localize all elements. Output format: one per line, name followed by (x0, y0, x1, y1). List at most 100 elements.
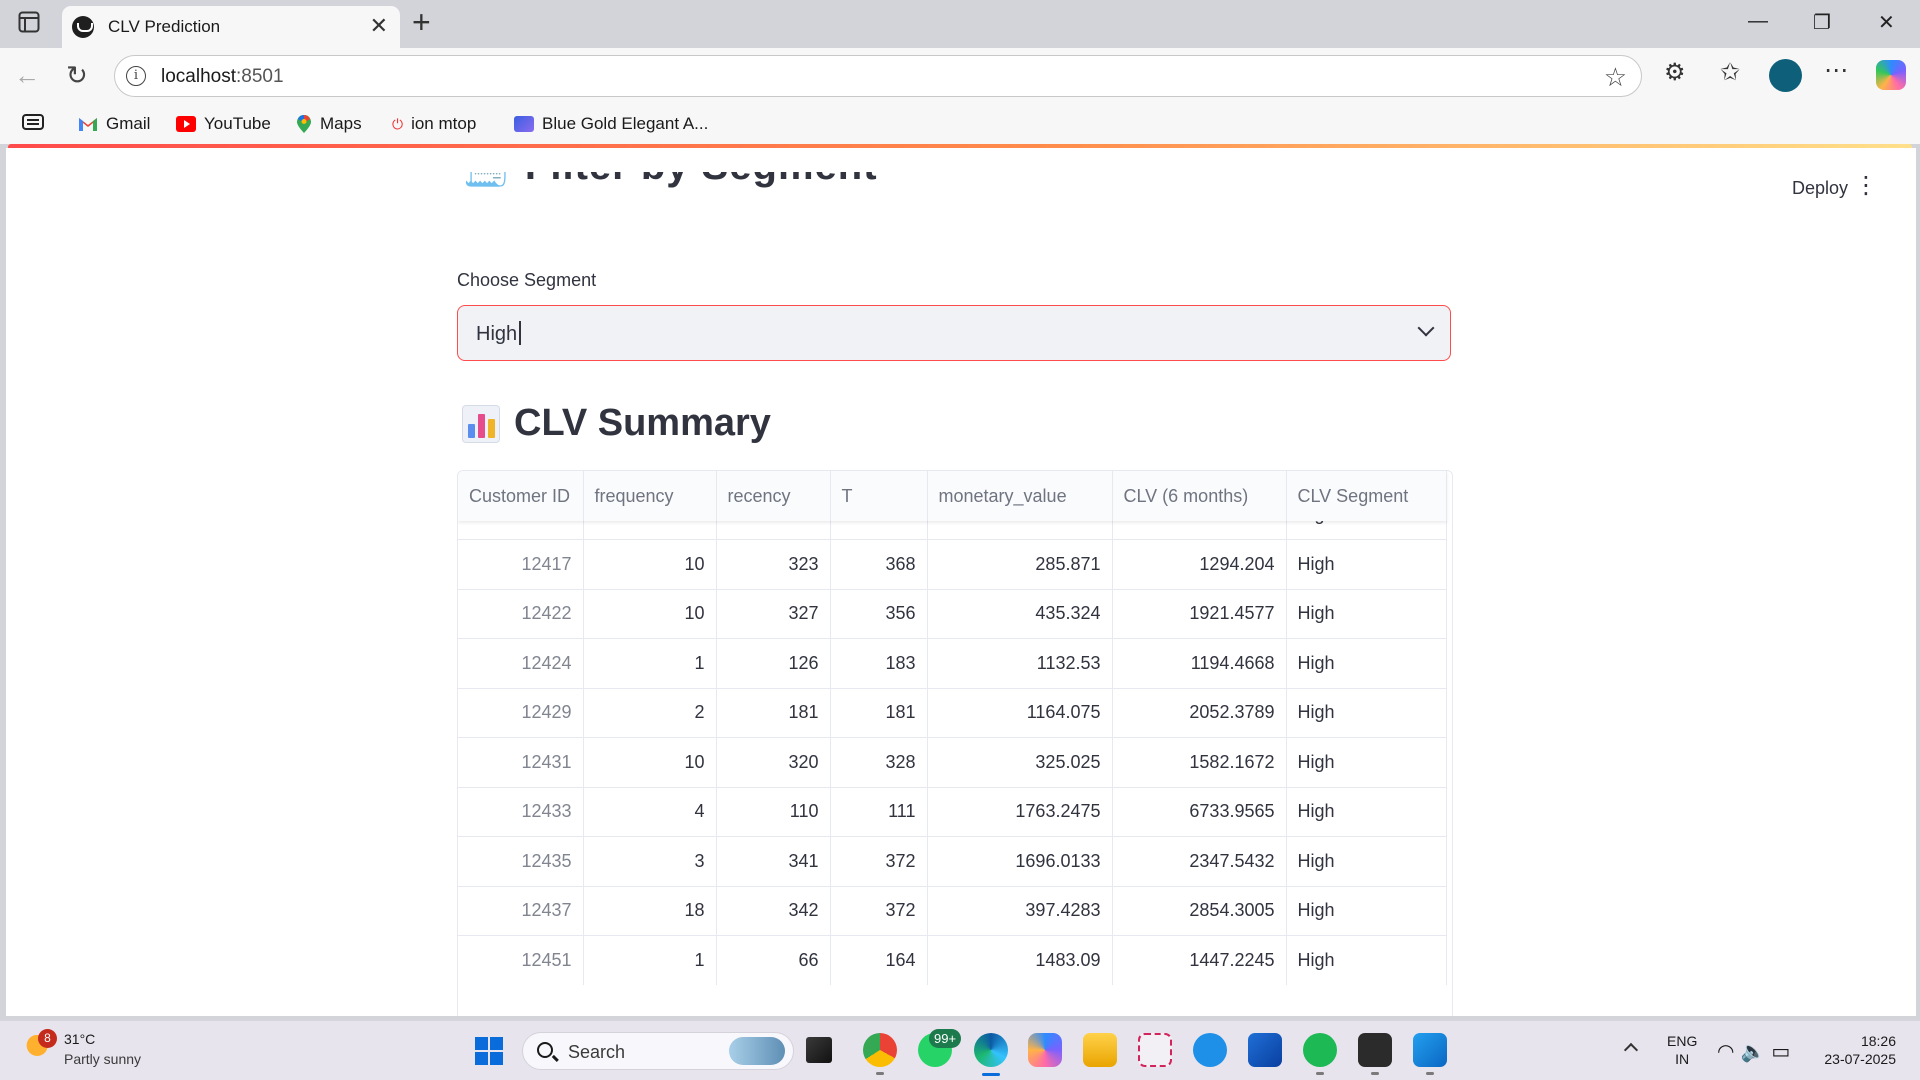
table-row[interactable]: 12433 4 110 111 1763.2475 6733.9565 High (458, 786, 1447, 837)
table-cell[interactable]: 18 (583, 885, 717, 936)
table-cell[interactable]: 12422 (458, 588, 584, 639)
address-bar[interactable]: i localhost:8501 ☆ (114, 55, 1642, 97)
table-body[interactable]: 1240932482652348.94376006.0949High124156… (458, 471, 1447, 985)
more-menu-icon[interactable]: ⋯ (1824, 56, 1848, 85)
table-cell[interactable]: 320 (716, 737, 831, 787)
table-row[interactable]: 12451 1 66 164 1483.09 1447.2245 High (458, 935, 1447, 985)
table-cell[interactable]: 181 (830, 687, 928, 738)
table-cell[interactable]: 12435 (458, 836, 584, 886)
table-cell[interactable]: 328 (830, 737, 928, 787)
table-cell[interactable]: 1582.1672 (1112, 737, 1287, 787)
table-cell[interactable]: 323 (716, 539, 831, 589)
bookmark-youtube[interactable]: YouTube (176, 114, 271, 134)
taskbar-search[interactable]: Search (522, 1032, 794, 1070)
system-clock[interactable]: 18:26 23-07-2025 (1824, 1032, 1896, 1068)
spotify-icon[interactable] (1303, 1033, 1337, 1067)
table-cell[interactable]: 66 (716, 935, 831, 985)
table-row[interactable]: 12424 1 126 183 1132.53 1194.4668 High (458, 638, 1447, 688)
weather-description[interactable]: Partly sunny (64, 1051, 141, 1067)
table-cell[interactable]: High (1286, 687, 1447, 738)
table-cell[interactable]: 126 (716, 638, 831, 688)
table-cell[interactable]: 6733.9565 (1112, 786, 1287, 837)
bookmarks-device-icon[interactable] (22, 114, 44, 130)
table-cell[interactable]: 1921.4577 (1112, 588, 1287, 639)
table-cell[interactable]: 1483.09 (927, 935, 1113, 985)
table-cell[interactable]: 12424 (458, 638, 584, 688)
table-row[interactable]: 12429 2 181 181 1164.075 2052.3789 High (458, 687, 1447, 738)
column-header[interactable]: CLV Segment (1286, 471, 1447, 521)
segment-select[interactable]: High (457, 305, 1451, 361)
window-close-icon[interactable]: ✕ (1878, 10, 1895, 35)
table-cell[interactable]: High (1286, 836, 1447, 886)
profile-avatar[interactable] (1769, 59, 1802, 92)
new-tab-icon[interactable]: + (412, 6, 431, 38)
extensions-icon[interactable]: ⚙ (1664, 58, 1686, 87)
file-explorer-icon[interactable] (1083, 1033, 1117, 1067)
table-cell[interactable]: High (1286, 638, 1447, 688)
column-header[interactable]: frequency (583, 471, 717, 521)
weather-temperature[interactable]: 31°C (64, 1031, 95, 1047)
windows-start-icon[interactable] (475, 1037, 503, 1065)
table-cell[interactable]: 2347.5432 (1112, 836, 1287, 886)
close-tab-icon[interactable]: ✕ (370, 15, 388, 37)
table-cell[interactable]: 356 (830, 588, 928, 639)
table-cell[interactable]: 285.871 (927, 539, 1113, 589)
table-cell[interactable]: 1447.2245 (1112, 935, 1287, 985)
table-cell[interactable]: 1294.204 (1112, 539, 1287, 589)
reload-icon[interactable]: ↻ (66, 61, 88, 89)
terminal-icon[interactable] (1358, 1033, 1392, 1067)
table-cell[interactable]: 327 (716, 588, 831, 639)
table-cell[interactable]: 2052.3789 (1112, 687, 1287, 738)
table-cell[interactable]: 368 (830, 539, 928, 589)
table-cell[interactable]: 1763.2475 (927, 786, 1113, 837)
table-cell[interactable]: 4 (583, 786, 717, 837)
table-cell[interactable]: 372 (830, 885, 928, 936)
bookmark-ion-mtop[interactable]: ⏻ ion mtop (392, 114, 476, 134)
show-hidden-icons-chevron[interactable] (1623, 1042, 1639, 1058)
table-cell[interactable]: 3 (583, 836, 717, 886)
table-cell[interactable]: 1164.075 (927, 687, 1113, 738)
bookmark-gmail[interactable]: Gmail (78, 114, 150, 134)
table-cell[interactable]: 12417 (458, 539, 584, 589)
table-cell[interactable]: 1 (583, 935, 717, 985)
table-row[interactable]: 12422 10 327 356 435.324 1921.4577 High (458, 588, 1447, 639)
minimize-icon[interactable]: — (1748, 10, 1768, 33)
vscode-icon[interactable] (1413, 1033, 1447, 1067)
favorites-icon[interactable]: ✩ (1720, 58, 1740, 87)
back-icon[interactable]: ← (14, 61, 40, 89)
segment-select-value[interactable]: High (476, 321, 521, 346)
copilot-app-icon[interactable] (1028, 1033, 1062, 1067)
table-cell[interactable]: High (1286, 588, 1447, 639)
table-cell[interactable]: 325.025 (927, 737, 1113, 787)
table-cell[interactable]: 12431 (458, 737, 584, 787)
table-cell[interactable]: 110 (716, 786, 831, 837)
chevron-down-icon[interactable] (1417, 319, 1435, 337)
table-cell[interactable]: 183 (830, 638, 928, 688)
column-header[interactable]: monetary_value (927, 471, 1113, 521)
table-cell[interactable]: 181 (716, 687, 831, 738)
table-cell[interactable]: 1696.0133 (927, 836, 1113, 886)
snipping-tool-icon[interactable] (1138, 1033, 1172, 1067)
table-cell[interactable]: High (1286, 885, 1447, 936)
table-cell[interactable]: High (1286, 737, 1447, 787)
table-row[interactable]: 12431 10 320 328 325.025 1582.1672 High (458, 737, 1447, 787)
table-cell[interactable]: 341 (716, 836, 831, 886)
table-cell[interactable]: 1194.4668 (1112, 638, 1287, 688)
help-icon[interactable] (1193, 1033, 1227, 1067)
column-header[interactable]: recency (716, 471, 831, 521)
table-cell[interactable]: High (1286, 935, 1447, 985)
table-cell[interactable]: 111 (830, 786, 928, 837)
main-menu-icon[interactable]: ⋮ (1854, 174, 1878, 198)
table-cell[interactable]: 342 (716, 885, 831, 936)
table-row[interactable]: 12437 18 342 372 397.4283 2854.3005 High (458, 885, 1447, 936)
table-cell[interactable]: 372 (830, 836, 928, 886)
tab-actions-icon[interactable] (18, 11, 40, 33)
table-cell[interactable]: 2 (583, 687, 717, 738)
deploy-button[interactable]: Deploy (1792, 178, 1848, 199)
table-row[interactable]: 12435 3 341 372 1696.0133 2347.5432 High (458, 836, 1447, 886)
column-header[interactable]: Customer ID (458, 471, 584, 521)
table-cell[interactable]: 10 (583, 539, 717, 589)
clv-data-table[interactable]: 1240932482652348.94376006.0949High124156… (457, 470, 1453, 1016)
copilot-icon[interactable] (1876, 60, 1906, 90)
input-language[interactable]: ENG IN (1667, 1032, 1697, 1068)
